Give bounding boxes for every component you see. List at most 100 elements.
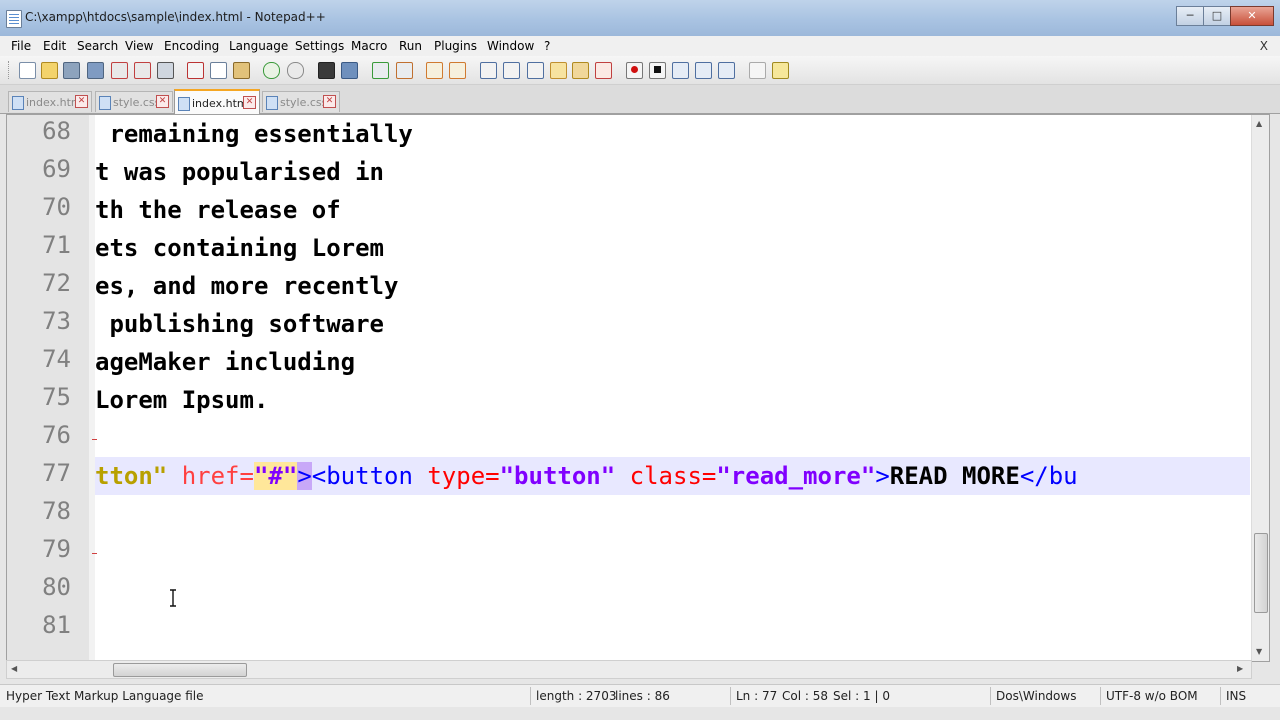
menu-edit[interactable]: Edit (43, 39, 66, 53)
minimize-button[interactable]: ─ (1176, 6, 1204, 26)
horizontal-scroll-thumb[interactable] (113, 663, 247, 677)
code-line[interactable]: Lorem Ipsum. (95, 381, 268, 419)
word-wrap-icon[interactable] (480, 62, 497, 79)
print-icon[interactable] (157, 62, 174, 79)
code-line[interactable]: ageMaker including (95, 343, 355, 381)
function-list-icon[interactable] (595, 62, 612, 79)
maximize-button[interactable]: □ (1203, 6, 1231, 26)
undo-icon[interactable] (263, 62, 280, 79)
stop-macro-icon[interactable] (649, 62, 666, 79)
close-tab-icon[interactable]: ✕ (75, 95, 88, 108)
menu-window[interactable]: Window (487, 39, 534, 53)
zoom-in-icon[interactable] (372, 62, 389, 79)
menu-plugins[interactable]: Plugins (434, 39, 477, 53)
record-macro-icon[interactable] (626, 62, 643, 79)
status-separator (730, 687, 731, 705)
line-number: 73 (42, 307, 71, 335)
code-area[interactable]: remaining essentially t was popularised … (95, 115, 1250, 661)
token-tag: <button (311, 462, 428, 490)
redo-icon[interactable] (287, 62, 304, 79)
status-separator (530, 687, 531, 705)
status-eol: Dos\Windows (996, 689, 1077, 703)
udl-icon[interactable] (550, 62, 567, 79)
scroll-right-arrow[interactable]: ▶ (1237, 664, 1243, 673)
vertical-scroll-thumb[interactable] (1254, 533, 1268, 613)
tab-style-css-1[interactable]: style.css ✕ (95, 91, 173, 112)
tab-index-html-1[interactable]: index.html ✕ (8, 91, 92, 112)
scroll-up-arrow[interactable]: ▲ (1256, 119, 1262, 128)
code-line[interactable]: th the release of (95, 191, 341, 229)
code-line[interactable]: t was popularised in (95, 153, 384, 191)
scroll-down-arrow[interactable]: ▼ (1256, 647, 1262, 656)
menu-search[interactable]: Search (77, 39, 118, 53)
code-line[interactable]: es, and more recently (95, 267, 398, 305)
copy-icon[interactable] (210, 62, 227, 79)
status-column: Col : 58 (782, 689, 828, 703)
save-icon[interactable] (63, 62, 80, 79)
token-tag: </bu (1019, 462, 1078, 490)
status-separator (1220, 687, 1221, 705)
save-all-icon[interactable] (87, 62, 104, 79)
play-macro-icon[interactable] (672, 62, 689, 79)
editor-pane[interactable]: 68 69 70 71 72 73 74 75 76 77 78 79 80 8… (6, 114, 1270, 662)
save-macro-icon[interactable] (718, 62, 735, 79)
close-tab-icon[interactable]: ✕ (156, 95, 169, 108)
sync-v-icon[interactable] (426, 62, 443, 79)
close-tab-icon[interactable]: ✕ (323, 95, 336, 108)
token-tag: > (875, 462, 890, 490)
status-lines: lines : 86 (615, 689, 670, 703)
notepadpp-icon (6, 10, 22, 28)
document-icon (266, 96, 278, 110)
plugin-icon[interactable] (772, 62, 789, 79)
close-window-button[interactable]: ✕ (1230, 6, 1274, 26)
find-icon[interactable] (318, 62, 335, 79)
indent-guide-icon[interactable] (527, 62, 544, 79)
menu-run[interactable]: Run (399, 39, 422, 53)
line-number-gutter[interactable]: 68 69 70 71 72 73 74 75 76 77 78 79 80 8… (7, 115, 89, 661)
code-line[interactable]: remaining essentially (95, 115, 412, 153)
sync-h-icon[interactable] (449, 62, 466, 79)
code-line[interactable]: publishing software (95, 305, 384, 343)
close-tab-icon[interactable]: ✕ (243, 96, 256, 109)
menu-settings[interactable]: Settings (295, 39, 344, 53)
doc-map-icon[interactable] (572, 62, 589, 79)
code-line-current[interactable]: tton" href="#"><button type="button" cla… (95, 457, 1250, 495)
token: tton" (95, 462, 182, 490)
scroll-left-arrow[interactable]: ◀ (11, 664, 17, 673)
menu-language[interactable]: Language (229, 39, 288, 53)
replace-icon[interactable] (341, 62, 358, 79)
open-file-icon[interactable] (41, 62, 58, 79)
cut-icon[interactable] (187, 62, 204, 79)
menu-view[interactable]: View (125, 39, 153, 53)
token-value: "button" (499, 462, 616, 490)
tab-label: style.css (113, 96, 161, 109)
token-value: "#" (253, 462, 298, 490)
menu-encoding[interactable]: Encoding (164, 39, 219, 53)
document-icon (12, 96, 24, 110)
line-number: 75 (42, 383, 71, 411)
line-number: 79 (42, 535, 71, 563)
new-file-icon[interactable] (19, 62, 36, 79)
vertical-scrollbar[interactable]: ▲ ▼ (1251, 115, 1269, 661)
toolbar-grip[interactable] (8, 61, 12, 79)
spell-check-icon[interactable] (749, 62, 766, 79)
show-all-chars-icon[interactable] (503, 62, 520, 79)
tab-style-css-2[interactable]: style.css ✕ (262, 91, 340, 112)
status-encoding: UTF-8 w/o BOM (1106, 689, 1198, 703)
line-number: 70 (42, 193, 71, 221)
zoom-out-icon[interactable] (396, 62, 413, 79)
close-all-icon[interactable] (134, 62, 151, 79)
close-document-x[interactable]: X (1260, 39, 1268, 53)
document-icon (99, 96, 111, 110)
tab-index-html-active[interactable]: index.html ✕ (174, 89, 260, 114)
menu-help[interactable]: ? (544, 39, 550, 53)
line-number: 76 (42, 421, 71, 449)
paste-icon[interactable] (233, 62, 250, 79)
status-separator (1100, 687, 1101, 705)
code-line[interactable]: ets containing Lorem (95, 229, 384, 267)
close-file-icon[interactable] (111, 62, 128, 79)
run-macro-multiple-icon[interactable] (695, 62, 712, 79)
horizontal-scrollbar[interactable]: ◀ ▶ (6, 660, 1252, 679)
menu-macro[interactable]: Macro (351, 39, 387, 53)
menu-file[interactable]: File (11, 39, 31, 53)
